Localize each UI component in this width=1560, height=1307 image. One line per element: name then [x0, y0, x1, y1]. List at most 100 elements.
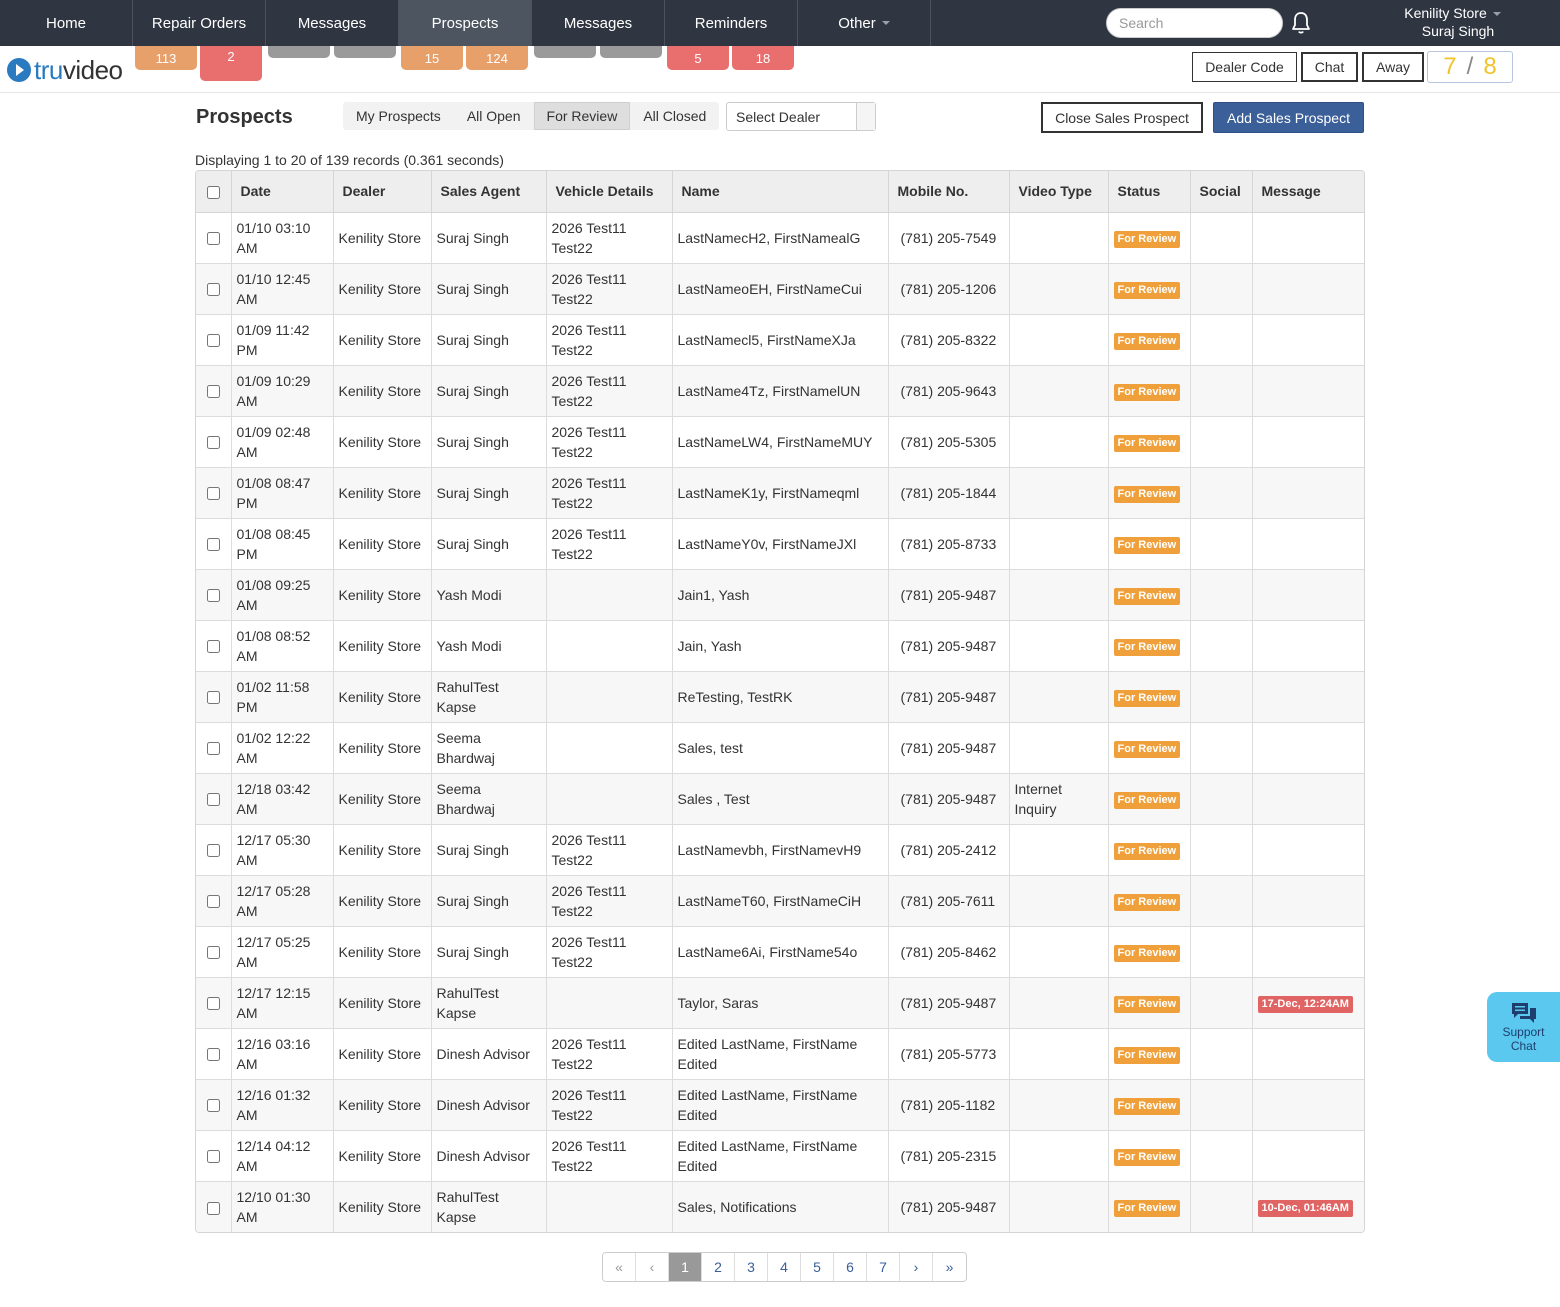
row-checkbox[interactable]: [206, 385, 220, 399]
column-header[interactable]: Date: [231, 171, 334, 213]
page-link[interactable]: 3: [735, 1253, 768, 1281]
page-link[interactable]: 5: [801, 1253, 834, 1281]
cell-vehicle: 2026 Test11 Test22: [546, 263, 673, 315]
support-chat-button[interactable]: Support Chat: [1487, 992, 1560, 1062]
cell-social: [1190, 1130, 1253, 1182]
row-checkbox[interactable]: [206, 997, 220, 1011]
row-checkbox[interactable]: [206, 793, 220, 807]
row-checkbox[interactable]: [206, 742, 220, 756]
table-row[interactable]: 01/08 08:47 PM Kenility Store Suraj Singh 2…: [196, 467, 1364, 519]
cell-name: Jain1, Yash: [672, 569, 889, 621]
table-row[interactable]: 01/09 02:48 AM Kenility Store Suraj Singh 2…: [196, 416, 1364, 468]
page-link[interactable]: 4: [768, 1253, 801, 1281]
row-checkbox[interactable]: [206, 1150, 220, 1164]
table-row[interactable]: 12/10 01:30 AM Kenility Store RahulTest Ka…: [196, 1181, 1364, 1232]
row-checkbox[interactable]: [206, 436, 220, 450]
cell-social: [1190, 263, 1253, 315]
bell-icon[interactable]: [1289, 10, 1313, 36]
table-row[interactable]: 01/10 03:10 AM Kenility Store Suraj Singh 2…: [196, 212, 1364, 264]
row-checkbox[interactable]: [206, 232, 220, 246]
table-row[interactable]: 01/08 08:45 PM Kenility Store Suraj Singh 2…: [196, 518, 1364, 570]
row-checkbox[interactable]: [206, 691, 220, 705]
column-header[interactable]: Mobile No.: [888, 171, 1010, 213]
search-input[interactable]: [1106, 8, 1283, 38]
cell-video: [1009, 1079, 1109, 1131]
page-link[interactable]: 6: [834, 1253, 867, 1281]
page-link[interactable]: 1: [669, 1253, 702, 1281]
row-checkbox[interactable]: [206, 283, 220, 297]
cell-social: [1190, 1079, 1253, 1131]
message-badge[interactable]: 17-Dec, 12:24AM: [1257, 996, 1353, 1013]
table-row[interactable]: 01/10 12:45 AM Kenility Store Suraj Singh 2…: [196, 263, 1364, 315]
table-row[interactable]: 01/08 09:25 AM Kenility Store Yash Modi Jai…: [196, 569, 1364, 621]
page-link[interactable]: 2: [702, 1253, 735, 1281]
table-row[interactable]: 01/02 12:22 AM Kenility Store Seema Bhardw…: [196, 722, 1364, 774]
table-row[interactable]: 12/17 05:25 AM Kenility Store Suraj Singh 2…: [196, 926, 1364, 978]
cell-message: [1252, 926, 1364, 978]
column-header[interactable]: Vehicle Details: [546, 171, 673, 213]
table-row[interactable]: 12/16 03:16 AM Kenility Store Dinesh Advis…: [196, 1028, 1364, 1080]
table-row[interactable]: 01/08 08:52 AM Kenility Store Yash Modi Jai…: [196, 620, 1364, 672]
column-header[interactable]: Dealer: [333, 171, 432, 213]
table-row[interactable]: 12/16 01:32 AM Kenility Store Dinesh Advis…: [196, 1079, 1364, 1131]
row-checkbox[interactable]: [206, 946, 220, 960]
chat-button[interactable]: Chat: [1301, 52, 1358, 82]
row-checkbox[interactable]: [206, 334, 220, 348]
filter-all-open[interactable]: All Open: [454, 102, 534, 130]
nav-prospects[interactable]: Prospects: [399, 0, 532, 46]
row-select-cell: [196, 926, 232, 978]
dealer-code-button[interactable]: Dealer Code: [1192, 52, 1297, 82]
filter-all-closed[interactable]: All Closed: [630, 102, 719, 130]
table-row[interactable]: 01/09 10:29 AM Kenility Store Suraj Singh 2…: [196, 365, 1364, 417]
filter-for-review[interactable]: For Review: [533, 102, 631, 130]
cell-status: For Review: [1108, 518, 1191, 570]
cell-message: [1252, 671, 1364, 723]
table-row[interactable]: 01/09 11:42 PM Kenility Store Suraj Singh 2…: [196, 314, 1364, 366]
row-checkbox[interactable]: [206, 1048, 220, 1062]
table-row[interactable]: 12/17 05:28 AM Kenility Store Suraj Singh 2…: [196, 875, 1364, 927]
nav-messages-2[interactable]: Messages: [532, 0, 665, 46]
message-badge[interactable]: 10-Dec, 01:46AM: [1257, 1200, 1353, 1218]
page-link[interactable]: 7: [867, 1253, 900, 1281]
column-header[interactable]: Status: [1108, 171, 1191, 213]
column-header[interactable]: Name: [672, 171, 889, 213]
column-header[interactable]: Social: [1190, 171, 1253, 213]
cell-status: For Review: [1108, 824, 1191, 876]
column-header[interactable]: Video Type: [1009, 171, 1109, 213]
truvideo-logo[interactable]: truvideo: [6, 54, 123, 86]
nav-repair-orders[interactable]: Repair Orders: [133, 0, 266, 46]
row-checkbox[interactable]: [206, 1099, 220, 1113]
row-select-cell: [196, 875, 232, 927]
table-row[interactable]: 12/17 12:15 AM Kenility Store RahulTest Ka…: [196, 977, 1364, 1029]
row-checkbox[interactable]: [206, 895, 220, 909]
nav-home[interactable]: Home: [0, 0, 133, 46]
nav-reminders[interactable]: Reminders: [665, 0, 798, 46]
select-dealer-dropdown[interactable]: Select Dealer: [726, 102, 876, 131]
table-row[interactable]: 12/18 03:42 AM Kenility Store Seema Bhardw…: [196, 773, 1364, 825]
cell-mobile: (781) 205-8462: [888, 926, 1010, 978]
nav-messages[interactable]: Messages: [266, 0, 399, 46]
row-checkbox[interactable]: [206, 1201, 220, 1215]
away-button[interactable]: Away: [1362, 52, 1424, 82]
page-link[interactable]: »: [933, 1253, 966, 1281]
close-sales-prospect-button[interactable]: Close Sales Prospect: [1041, 102, 1203, 133]
nav-other[interactable]: Other: [798, 0, 931, 46]
page-link[interactable]: «: [603, 1253, 636, 1281]
filter-my-prospects[interactable]: My Prospects: [343, 102, 454, 130]
row-checkbox[interactable]: [206, 538, 220, 552]
page-link[interactable]: ›: [900, 1253, 933, 1281]
table-row[interactable]: 12/17 05:30 AM Kenility Store Suraj Singh 2…: [196, 824, 1364, 876]
column-header[interactable]: Message: [1252, 171, 1364, 213]
column-header[interactable]: Sales Agent: [431, 171, 547, 213]
add-sales-prospect-button[interactable]: Add Sales Prospect: [1213, 102, 1364, 133]
row-checkbox[interactable]: [206, 640, 220, 654]
row-checkbox[interactable]: [206, 844, 220, 858]
table-row[interactable]: 01/02 11:58 PM Kenility Store RahulTest Ka…: [196, 671, 1364, 723]
row-checkbox[interactable]: [206, 589, 220, 603]
table-row[interactable]: 12/14 04:12 AM Kenility Store Dinesh Advis…: [196, 1130, 1364, 1182]
row-checkbox[interactable]: [206, 487, 220, 501]
select-all-checkbox[interactable]: [206, 186, 220, 200]
store-switcher[interactable]: Kenility Store: [1380, 5, 1525, 21]
messages-badge: [334, 46, 396, 58]
page-link[interactable]: ‹: [636, 1253, 669, 1281]
